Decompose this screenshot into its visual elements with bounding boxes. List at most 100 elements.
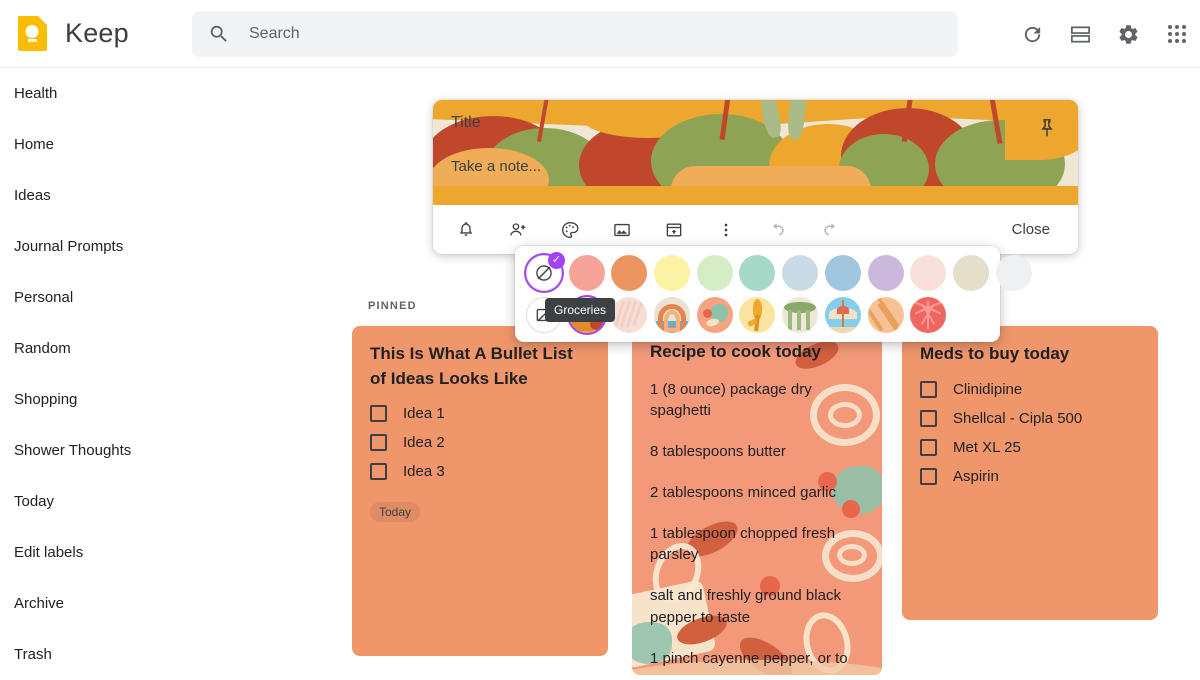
sidebar-item-shower-thoughts[interactable]: Shower Thoughts [0, 425, 192, 476]
sidebar-item-today[interactable]: Today [0, 476, 192, 527]
sidebar-item-label: Trash [14, 646, 52, 663]
pin-note-button[interactable] [1030, 111, 1064, 145]
sidebar-item-label: Home [14, 136, 55, 153]
checklist-label: Met XL 25 [953, 438, 1021, 456]
color-swatch-default[interactable]: ✓ [526, 252, 565, 291]
checkbox-unchecked-icon[interactable] [370, 463, 387, 481]
checkbox-unchecked-icon[interactable] [370, 405, 387, 423]
note-line: salt and freshly ground black pepper to … [650, 587, 841, 626]
close-button[interactable]: Close [998, 213, 1064, 246]
sidebar-item-archive[interactable]: Archive [0, 578, 192, 629]
more-options-button[interactable] [707, 211, 745, 249]
sidebar-item-health[interactable]: Health [0, 68, 192, 119]
note-checklist-item[interactable]: Idea 2 [370, 434, 590, 452]
background-places[interactable] [824, 297, 861, 333]
color-swatch-peach[interactable] [611, 255, 648, 291]
sidebar-item-label: Archive [14, 595, 65, 612]
note-card-recipe[interactable]: Recipe to cook today 1 (8 ounce) package… [632, 326, 882, 675]
note-checklist-item[interactable]: Idea 3 [370, 463, 590, 481]
note-checklist-item[interactable]: Shellcal - Cipla 500 [920, 409, 1140, 427]
checkbox-unchecked-icon[interactable] [920, 467, 937, 485]
color-swatch-fog[interactable] [782, 255, 819, 291]
sidebar-item-shopping[interactable]: Shopping [0, 374, 192, 425]
note-checklist-item[interactable]: Idea 1 [370, 405, 590, 423]
pinned-section-label: PINNED [368, 300, 417, 312]
color-swatch-mint[interactable] [696, 255, 733, 291]
background-recipes[interactable] [696, 297, 733, 333]
sidebar-item-label: Random [14, 340, 71, 357]
background-music[interactable] [739, 297, 776, 333]
note-card-bullet-list[interactable]: This Is What A Bullet List of Ideas Look… [352, 326, 608, 656]
sidebar-item-ideas[interactable]: Ideas [0, 170, 192, 221]
sidebar-item-label: Journal Prompts [14, 238, 124, 255]
background-options-button[interactable] [551, 211, 589, 249]
background-video[interactable] [867, 297, 904, 333]
sidebar-item-label: Shower Thoughts [14, 442, 132, 459]
background-travel[interactable] [654, 297, 691, 333]
color-swatch-coral[interactable] [568, 255, 605, 291]
search-bar[interactable] [192, 11, 958, 57]
note-checklist-item[interactable]: Met XL 25 [920, 438, 1140, 456]
color-swatch-sage[interactable] [739, 255, 776, 291]
color-swatch-chalk[interactable] [995, 255, 1032, 291]
note-body-input[interactable]: Take a note... [451, 158, 1060, 175]
note-card-meds[interactable]: Meds to buy today Clinidipine Shellcal -… [902, 326, 1158, 620]
sidebar-item-label: Ideas [14, 187, 51, 204]
search-input[interactable] [249, 25, 958, 43]
sidebar-item-personal[interactable]: Personal [0, 272, 192, 323]
image-icon [614, 223, 630, 236]
note-checklist-item[interactable]: Clinidipine [920, 380, 1140, 398]
sidebar-item-label: Health [14, 85, 58, 102]
checkbox-unchecked-icon[interactable] [920, 380, 937, 398]
checkbox-unchecked-icon[interactable] [920, 409, 937, 427]
sidebar-item-edit-labels[interactable]: Edit labels [0, 527, 192, 578]
list-view-button[interactable] [1056, 10, 1104, 58]
refresh-button[interactable] [1008, 10, 1056, 58]
sidebar-item-random[interactable]: Random [0, 323, 192, 374]
note-label-chip[interactable]: Today [370, 502, 421, 523]
checkbox-unchecked-icon[interactable] [370, 434, 387, 452]
google-apps-button[interactable] [1152, 10, 1200, 58]
apps-grid-icon [1167, 25, 1186, 43]
color-swatch-dusk[interactable] [867, 255, 904, 291]
composer-body[interactable]: Title Take a note... [433, 100, 1078, 205]
color-swatch-sand[interactable] [654, 255, 691, 291]
checklist-label: Idea 2 [403, 434, 445, 452]
person-add-icon [510, 222, 526, 235]
top-actions [1008, 0, 1200, 68]
background-food[interactable] [611, 297, 648, 333]
color-swatch-clay[interactable] [952, 255, 989, 291]
color-swatch-blossom[interactable] [910, 255, 947, 291]
background-tooltip: Groceries [545, 298, 616, 322]
note-title: Meds to buy today [920, 344, 1070, 363]
collaborator-button[interactable] [499, 211, 537, 249]
add-image-button[interactable] [603, 211, 641, 249]
sidebar-item-home[interactable]: Home [0, 119, 192, 170]
background-notes[interactable] [782, 297, 819, 333]
settings-button[interactable] [1104, 10, 1152, 58]
remind-me-button[interactable] [447, 211, 485, 249]
redo-button[interactable] [811, 211, 849, 249]
note-composer[interactable]: Title Take a note... Close ✓ Groceries [433, 100, 1078, 342]
note-checklist-item[interactable]: Aspirin [920, 467, 1140, 485]
sidebar-item-journal-prompts[interactable]: Journal Prompts [0, 221, 192, 272]
background-celebration[interactable] [910, 297, 947, 333]
note-title: Recipe to cook today [650, 342, 821, 361]
pin-icon [1041, 118, 1053, 137]
sidebar-item-trash[interactable]: Trash [0, 629, 192, 680]
sidebar-item-label: Today [14, 493, 55, 510]
note-title-input[interactable]: Title [451, 114, 1060, 132]
checkbox-unchecked-icon[interactable] [920, 438, 937, 456]
color-swatch-storm[interactable] [824, 255, 861, 291]
archive-button[interactable] [655, 211, 693, 249]
checklist-label: Idea 3 [403, 463, 445, 481]
note-line: 8 tablespoons butter [650, 443, 786, 461]
undo-button[interactable] [759, 211, 797, 249]
app-title: Keep [65, 18, 129, 48]
note-line: 1 pinch cayenne pepper, or to [650, 649, 848, 667]
background-options-popup[interactable]: ✓ Groceries [515, 246, 1032, 342]
note-title: This Is What A Bullet List of Ideas Look… [370, 344, 573, 388]
checklist-label: Idea 1 [403, 405, 445, 423]
undo-icon [773, 222, 784, 235]
composer-fields[interactable]: Title Take a note... [433, 100, 1078, 189]
